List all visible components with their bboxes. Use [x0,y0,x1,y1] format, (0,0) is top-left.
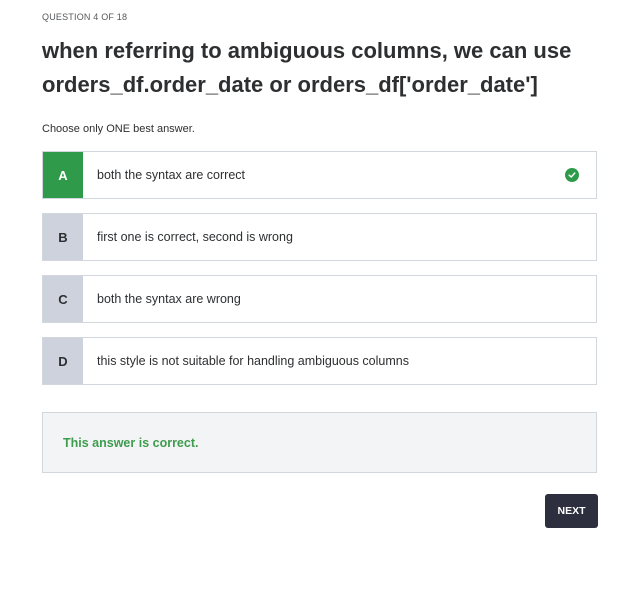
option-letter: D [43,338,83,384]
answer-option-a[interactable]: A both the syntax are correct [42,151,597,199]
option-letter: C [43,276,83,322]
option-text: both the syntax are wrong [97,292,241,306]
answer-option-b[interactable]: B first one is correct, second is wrong [42,213,597,261]
feedback-box: This answer is correct. [42,412,597,473]
option-text: first one is correct, second is wrong [97,230,293,244]
question-counter: QUESTION 4 OF 18 [42,12,128,22]
option-letter: B [43,214,83,260]
option-text: this style is not suitable for handling … [97,354,409,368]
next-button[interactable]: NEXT [545,494,598,528]
answer-option-c[interactable]: C both the syntax are wrong [42,275,597,323]
option-text: both the syntax are correct [97,168,245,182]
answer-option-d[interactable]: D this style is not suitable for handlin… [42,337,597,385]
option-letter: A [43,152,83,198]
instruction-text: Choose only ONE best answer. [42,123,195,135]
check-circle-icon [565,168,579,182]
feedback-text: This answer is correct. [63,435,199,450]
question-text: when referring to ambiguous columns, we … [42,38,572,97]
